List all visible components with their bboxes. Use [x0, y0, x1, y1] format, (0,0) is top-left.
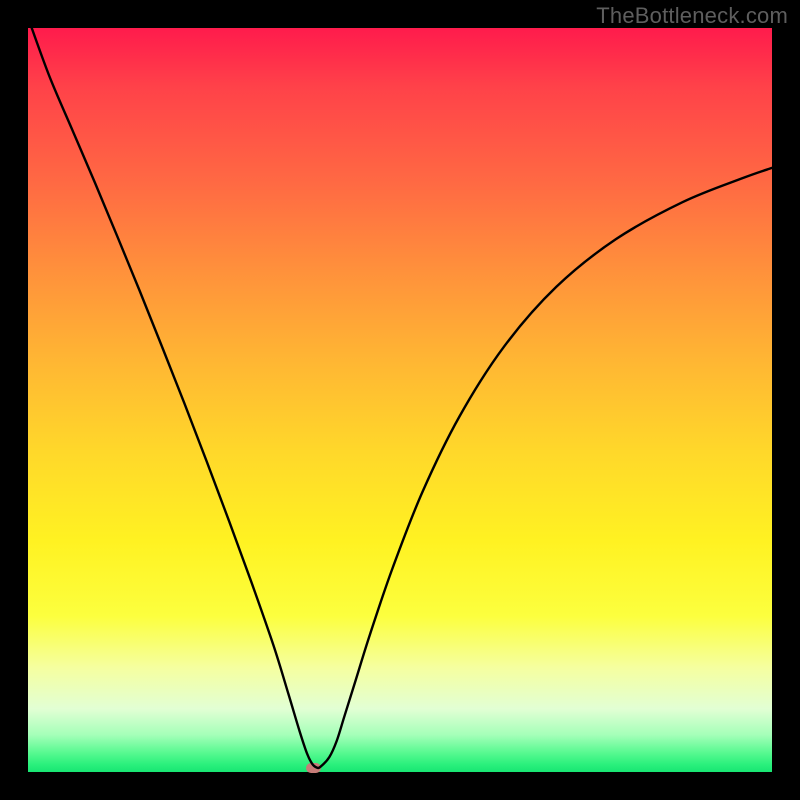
chart-frame: TheBottleneck.com — [0, 0, 800, 800]
bottleneck-curve — [28, 28, 772, 772]
plot-area — [28, 28, 772, 772]
watermark-text: TheBottleneck.com — [596, 3, 788, 29]
